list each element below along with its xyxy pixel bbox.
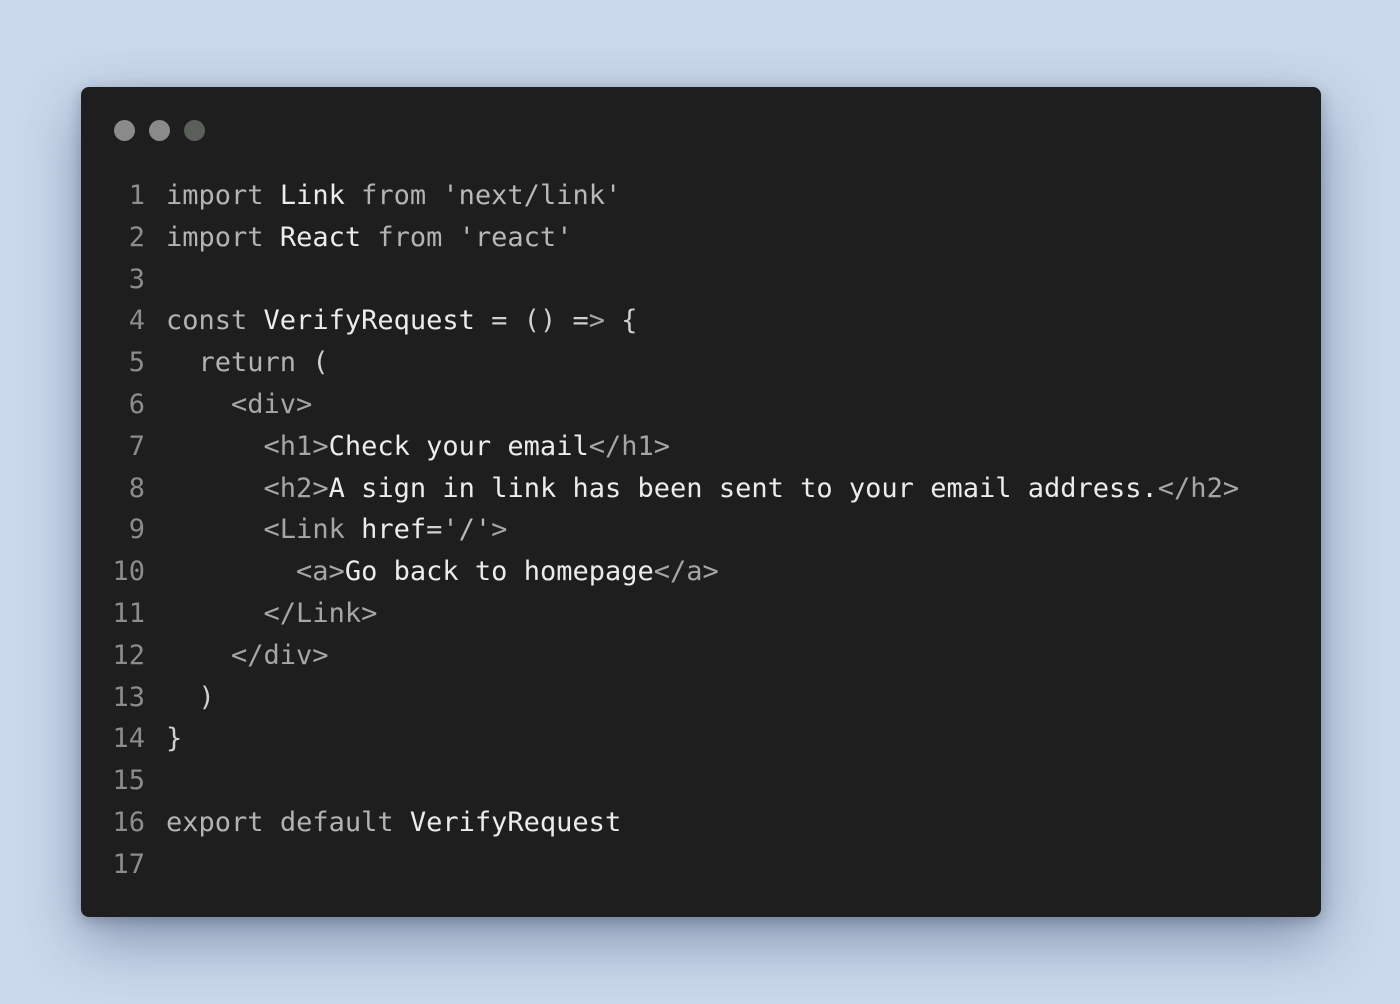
line-text: )	[198, 681, 215, 713]
line-number: 13	[112, 681, 145, 713]
line-text: import Link from 'next/link'	[166, 180, 622, 211]
line-number: 2	[128, 221, 145, 253]
code-line: 17	[107, 844, 1239, 886]
line-number: 12	[112, 639, 145, 671]
code-editor: 1 import Link from 'next/link' 2 import Rea…	[107, 175, 1239, 886]
line-number: 17	[112, 848, 145, 880]
code-line: 13 )	[107, 677, 1239, 719]
code-line: 14}	[107, 718, 1239, 760]
code-line: 2 import React from 'react'	[107, 217, 1239, 259]
line-text: }	[166, 723, 183, 755]
line-text: import React from 'react'	[166, 221, 573, 253]
window-dot-minimize	[149, 120, 170, 141]
line-number: 4	[128, 305, 145, 337]
code-line: 16 export default VerifyRequest	[107, 802, 1239, 844]
line-text: <div>	[231, 388, 313, 420]
code-line: 8 <h2>A sign in link has been sent to yo…	[107, 468, 1239, 510]
code-line: 11 </Link>	[107, 593, 1239, 635]
line-text: export default VerifyRequest	[166, 806, 622, 838]
line-text: <h1>Check your email</h1>	[263, 430, 670, 462]
code-line: 7 <h1>Check your email</h1>	[107, 426, 1239, 468]
line-number: 1	[128, 180, 145, 211]
line-number: 8	[128, 472, 145, 504]
window-dot-zoom	[184, 120, 205, 141]
line-number: 9	[128, 514, 145, 546]
code-line: 4 const VerifyRequest = () => {	[107, 300, 1239, 342]
line-text: return (	[198, 347, 329, 379]
code-line: 10 <a>Go back to homepage</a>	[107, 551, 1239, 593]
line-text: const VerifyRequest = () => {	[166, 305, 638, 337]
line-text: <h2>A sign in link has been sent to your…	[263, 472, 1240, 504]
code-line: 5 return (	[107, 342, 1239, 384]
line-number: 16	[112, 806, 145, 838]
window-dot-close	[114, 120, 135, 141]
code-line: 15	[107, 760, 1239, 802]
line-number: 10	[112, 556, 145, 588]
code-line: 12 </div>	[107, 635, 1239, 677]
code-line: 9 <Link href='/'>	[107, 509, 1239, 551]
code-line: 1 import Link from 'next/link'	[107, 175, 1239, 217]
line-number: 7	[128, 430, 145, 462]
line-number: 6	[128, 388, 145, 420]
line-number: 14	[112, 723, 145, 755]
code-window: 1 import Link from 'next/link' 2 import Rea…	[81, 87, 1321, 917]
code-line: 6 <div>	[107, 384, 1239, 426]
line-text: </div>	[231, 639, 329, 671]
line-number: 5	[128, 347, 145, 379]
line-number: 11	[112, 597, 145, 629]
line-number: 3	[128, 263, 145, 295]
line-text: <Link href='/'>	[263, 514, 508, 546]
line-text: </Link>	[263, 597, 378, 629]
code-line: 3	[107, 259, 1239, 301]
line-text: <a>Go back to homepage</a>	[296, 556, 719, 588]
line-number: 15	[112, 765, 145, 797]
